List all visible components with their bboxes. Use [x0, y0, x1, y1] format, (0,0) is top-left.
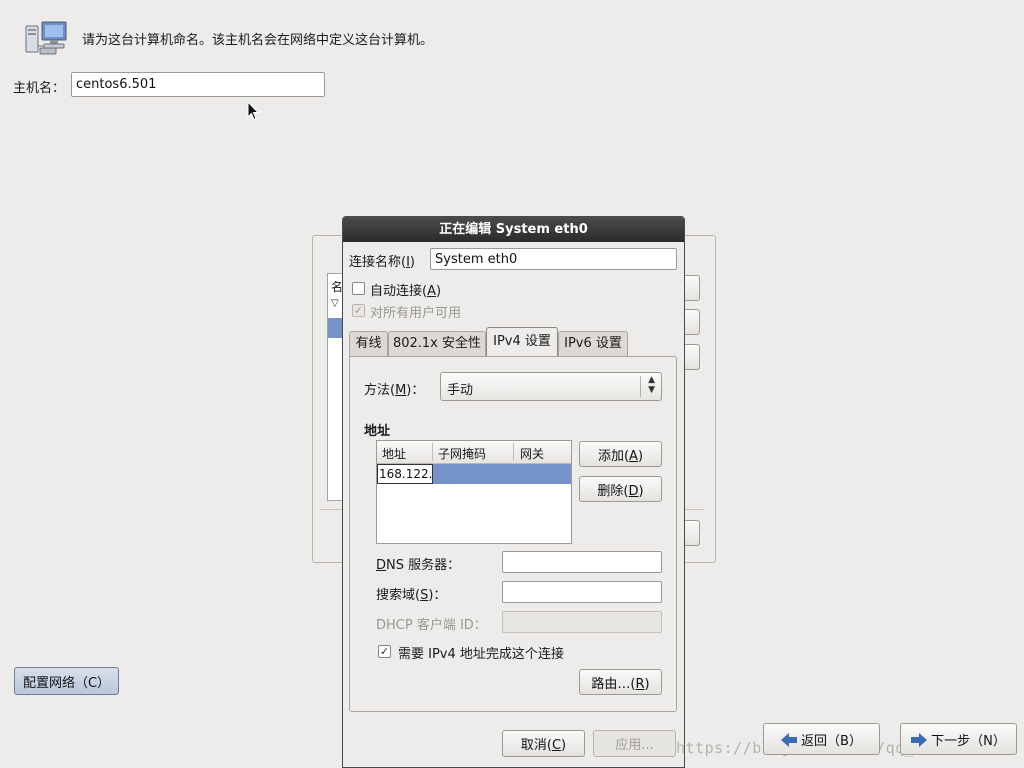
dhcp-client-id-label: DHCP 客户端 ID：	[376, 618, 487, 633]
search-domains-input[interactable]	[502, 581, 662, 603]
hostname-label: 主机名：	[13, 81, 66, 96]
header-instruction: 请为这台计算机命名。该主机名会在网络中定义这台计算机。	[82, 33, 434, 48]
table-row[interactable]: 168.122.5	[377, 464, 571, 484]
networked-computers-icon	[25, 21, 67, 55]
all-users-label: 对所有用户可用	[370, 306, 462, 321]
all-users-checkbox[interactable]: ✓	[352, 304, 365, 317]
hostname-input[interactable]	[71, 72, 325, 97]
column-divider	[432, 443, 433, 461]
address-cell-editor[interactable]: 168.122.5	[377, 464, 433, 484]
routes-button[interactable]: 路由…(R)	[579, 669, 662, 695]
column-header-netmask[interactable]: 子网掩码	[438, 445, 486, 462]
addresses-heading: 地址	[364, 424, 391, 439]
connection-name-input[interactable]	[430, 248, 677, 270]
method-select[interactable]: 手动 ▲ ▼	[440, 372, 662, 401]
dhcp-client-id-input[interactable]	[502, 611, 662, 633]
tab-8021x-security[interactable]: 802.1x 安全性	[388, 331, 486, 357]
mouse-pointer-icon	[247, 101, 260, 121]
dns-servers-input[interactable]	[502, 551, 662, 573]
column-divider	[513, 443, 514, 461]
next-button[interactable]: 下一步（N）	[900, 723, 1017, 755]
delete-address-button[interactable]: 删除(D)	[579, 476, 662, 502]
tab-ipv4-settings[interactable]: IPv4 设置	[486, 327, 558, 357]
next-button-label: 下一步（N）	[931, 733, 1006, 749]
dns-servers-label: DNS 服务器：	[376, 558, 461, 573]
apply-button[interactable]: 应用...	[593, 730, 676, 757]
method-label: 方法(M)：	[364, 383, 425, 398]
combo-separator	[640, 376, 641, 397]
dialog-title: 正在编辑 System eth0	[343, 217, 684, 242]
column-header-address[interactable]: 地址	[382, 445, 406, 462]
tab-ipv6-settings[interactable]: IPv6 设置	[558, 331, 628, 357]
back-button[interactable]: 返回（B）	[763, 723, 880, 755]
require-ipv4-label: 需要 IPv4 地址完成这个连接	[398, 647, 564, 662]
addresses-table[interactable]: 地址 子网掩码 网关 168.122.5	[376, 440, 572, 544]
auto-connect-checkbox[interactable]	[352, 282, 365, 295]
column-header-gateway[interactable]: 网关	[520, 445, 544, 462]
add-address-button[interactable]: 添加(A)	[579, 441, 662, 467]
expander-triangle-icon[interactable]: ▽	[331, 298, 339, 309]
method-selected-value: 手动	[447, 383, 474, 398]
cancel-button[interactable]: 取消(C)	[502, 730, 585, 757]
arrow-left-icon	[781, 732, 798, 747]
connection-name-label: 连接名称(I)	[349, 255, 415, 270]
require-ipv4-checkbox[interactable]: ✓	[378, 645, 391, 658]
tab-wired[interactable]: 有线	[349, 331, 388, 357]
configure-network-button[interactable]: 配置网络（C）	[14, 667, 119, 695]
arrow-right-icon	[911, 732, 928, 747]
back-button-label: 返回（B）	[801, 733, 862, 749]
search-domains-label: 搜索域(S)：	[376, 588, 447, 603]
auto-connect-label: 自动连接(A)	[370, 284, 442, 299]
up-down-arrows-icon: ▲ ▼	[648, 375, 655, 395]
addresses-table-header: 地址 子网掩码 网关	[377, 441, 571, 464]
